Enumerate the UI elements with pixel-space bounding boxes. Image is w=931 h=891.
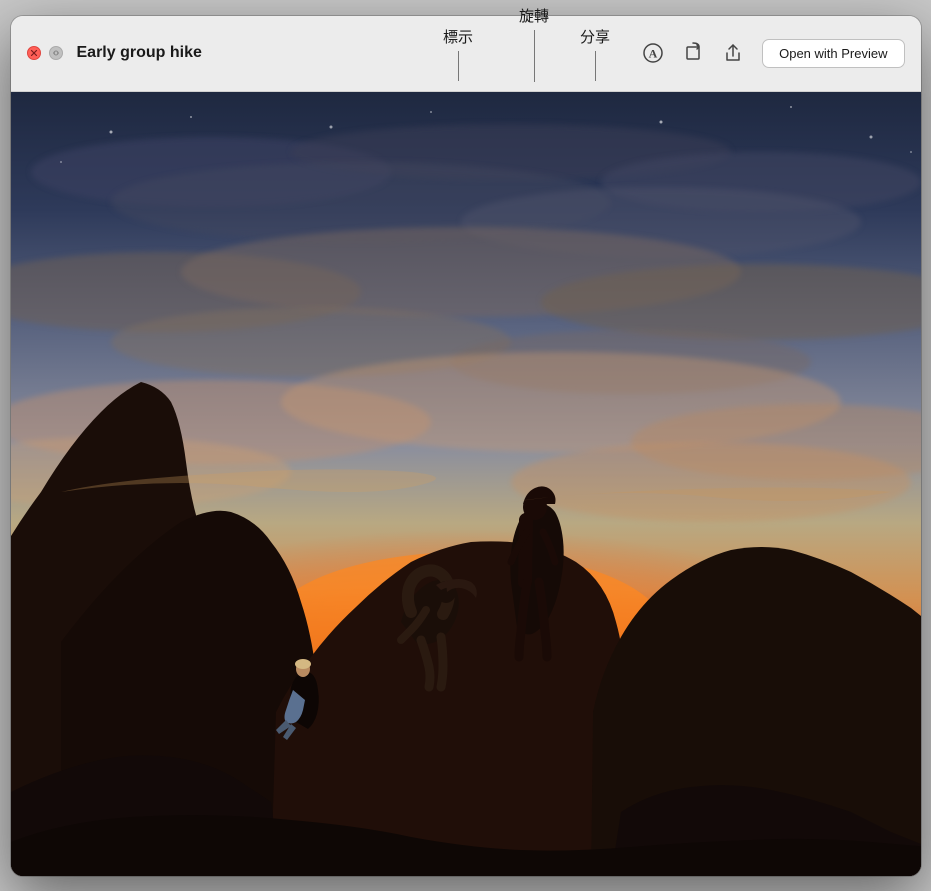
toolbar-buttons: A Open with Preview — [636, 36, 904, 70]
svg-text:A: A — [649, 47, 658, 61]
scene-svg — [11, 92, 921, 876]
open-with-preview-button[interactable]: Open with Preview — [762, 39, 904, 68]
quick-look-window: 標示 旋轉 分享 — [11, 16, 921, 876]
markup-icon: A — [642, 42, 664, 64]
share-icon — [722, 42, 744, 64]
close-button[interactable] — [27, 46, 41, 60]
share-button[interactable] — [716, 36, 750, 70]
rotate-button[interactable] — [676, 36, 710, 70]
sunset-scene — [11, 92, 921, 876]
rotate-icon — [682, 42, 704, 64]
image-area — [11, 92, 921, 876]
traffic-lights — [27, 46, 63, 60]
window-title: Early group hike — [77, 44, 637, 62]
markup-button[interactable]: A — [636, 36, 670, 70]
titlebar: Early group hike A — [11, 16, 921, 92]
minimize-button[interactable] — [49, 46, 63, 60]
